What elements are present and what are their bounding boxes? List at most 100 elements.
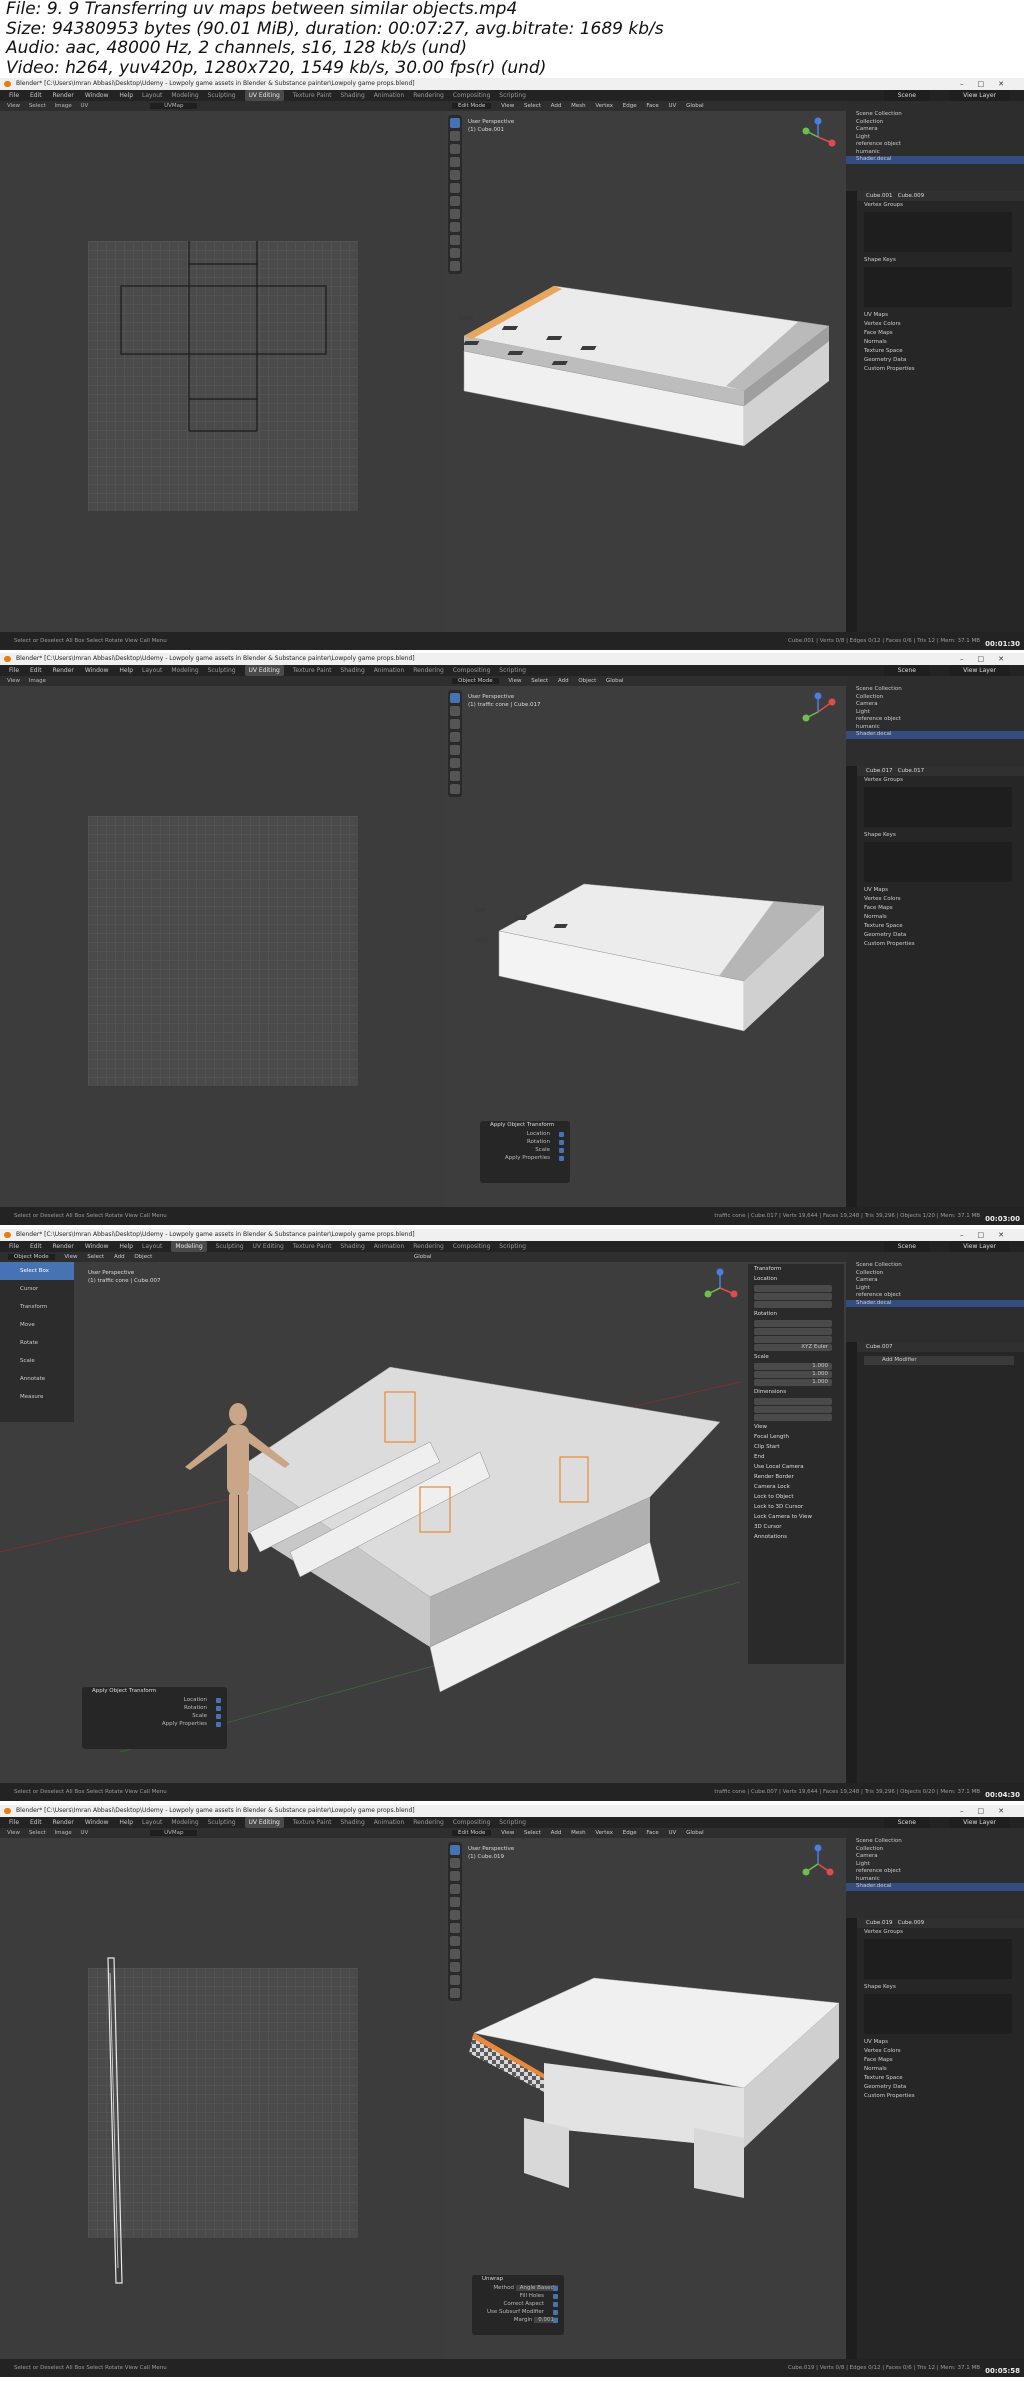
outliner[interactable]: Scene Collection Collection Camera Light… [846,1252,1024,1783]
outliner-row[interactable]: Scene Collection [846,111,1024,119]
use-local-camera-checkbox[interactable]: Use Local Camera [748,1462,844,1472]
section-face-maps[interactable]: Face Maps [846,329,1024,338]
tab-shading[interactable]: Shading [340,1817,364,1828]
menu-file[interactable]: File [9,1817,19,1828]
section-vertex-groups[interactable]: Vertex Groups [846,1928,1024,1937]
menu-window[interactable]: Window [85,90,109,101]
menu-help[interactable]: Help [119,1817,133,1828]
tab-uv-editing[interactable]: UV Editing [244,90,284,101]
view-layer-selector[interactable]: View Layer [949,1241,1010,1252]
vertex-group-list[interactable] [864,1939,1012,1979]
uv-menu-image[interactable]: Image [29,678,46,684]
properties-editor[interactable]: Cube.019 Cube.009 Vertex Groups Shape Ke… [846,1918,1024,2359]
tab-rendering[interactable]: Rendering [413,665,444,676]
outliner-row[interactable]: Camera [846,126,1024,134]
tab-animation[interactable]: Animation [374,1817,405,1828]
tab-rendering[interactable]: Rendering [413,90,444,101]
tab-shading[interactable]: Shading [340,90,364,101]
outliner-row[interactable]: Camera [846,1853,1024,1861]
use-subsurf-modifier-checkbox[interactable]: Use Subsurf Modifier [472,2308,564,2316]
section-face-maps[interactable]: Face Maps [846,904,1024,913]
tab-compositing[interactable]: Compositing [453,90,491,101]
3d-viewport[interactable]: Object Mode View Select Add Object Globa… [0,1252,846,1783]
dimension-z-field[interactable] [754,1414,832,1421]
properties-editor[interactable]: Cube.007 Add Modifier [846,1342,1024,1783]
scale-z-field[interactable]: 1.000 [754,1379,832,1386]
shape-key-list[interactable] [864,267,1012,307]
tab-scripting[interactable]: Scripting [499,1817,526,1828]
uv-island-wireframe[interactable] [0,101,444,632]
menu-window[interactable]: Window [85,665,109,676]
menu-edit[interactable]: Edit [30,90,42,101]
3d-viewport[interactable]: Object Mode View Select Add Object Globa… [444,676,846,1207]
camera-lock-header[interactable]: Camera Lock [748,1482,844,1492]
uv-editor[interactable]: View Image [0,676,444,1207]
dimension-y-field[interactable] [754,1406,832,1413]
tab-sculpting[interactable]: Sculpting [208,1817,236,1828]
outliner-row[interactable]: Light [846,1861,1024,1869]
section-geometry-data[interactable]: Geometry Data [846,356,1024,365]
properties-editor[interactable]: Cube.001 Cube.009 Vertex Groups Shape Ke… [846,191,1024,632]
apply-location-checkbox[interactable]: Location [82,1696,227,1704]
section-custom-properties[interactable]: Custom Properties [846,365,1024,374]
tab-animation[interactable]: Animation [374,665,405,676]
tab-sculpting[interactable]: Sculpting [208,665,236,676]
outliner-row[interactable]: Camera [846,1277,1024,1285]
npanel-view-header[interactable]: View [748,1422,844,1432]
tab-scripting[interactable]: Scripting [499,90,526,101]
lock-to-3d-cursor-checkbox[interactable]: Lock to 3D Cursor [748,1502,844,1512]
tab-rendering[interactable]: Rendering [413,1241,444,1252]
vertex-group-list[interactable] [864,787,1012,827]
tab-compositing[interactable]: Compositing [453,1817,491,1828]
apply-scale-checkbox[interactable]: Scale [480,1146,570,1154]
sidebar-n-panel[interactable]: Transform Location Rotation XYZ Euler Sc… [748,1264,844,1664]
scene-selector[interactable]: Scene [883,1817,930,1828]
section-uv-maps[interactable]: UV Maps [846,2038,1024,2047]
menu-window[interactable]: Window [85,1241,109,1252]
tab-shading[interactable]: Shading [340,665,364,676]
outliner-row[interactable]: Scene Collection [846,686,1024,694]
outliner-row[interactable]: Collection [846,694,1024,702]
outliner[interactable]: Scene Collection Collection Camera Light… [846,1828,1024,2359]
shape-key-list[interactable] [864,1994,1012,2034]
unwrap-method-value[interactable]: Angle Based [515,2285,558,2291]
section-custom-properties[interactable]: Custom Properties [846,2092,1024,2101]
section-face-maps[interactable]: Face Maps [846,2056,1024,2065]
outliner-row[interactable]: Collection [846,1270,1024,1278]
redo-panel-unwrap[interactable]: Unwrap Method Angle Based Fill Holes Cor… [472,2275,564,2335]
tab-sculpting[interactable]: Sculpting [216,1241,244,1252]
section-normals[interactable]: Normals [846,913,1024,922]
properties-tabs[interactable] [846,766,857,1207]
view-layer-selector[interactable]: View Layer [949,1817,1010,1828]
uv-editor[interactable]: View Select Image UV UVMap [0,1828,444,2359]
tab-texture-paint[interactable]: Texture Paint [293,90,332,101]
section-shape-keys[interactable]: Shape Keys [846,1983,1024,1992]
tab-modeling[interactable]: Modeling [171,90,198,101]
section-uv-maps[interactable]: UV Maps [846,311,1024,320]
menu-file[interactable]: File [9,90,19,101]
properties-editor[interactable]: Cube.017 Cube.017 Vertex Groups Shape Ke… [846,766,1024,1207]
window-controls[interactable]: –□✕ [960,653,1018,665]
outliner-row[interactable]: Camera [846,701,1024,709]
outliner-row[interactable]: Collection [846,1846,1024,1854]
render-border-checkbox[interactable]: Render Border [748,1472,844,1482]
section-normals[interactable]: Normals [846,2065,1024,2074]
apply-rotation-checkbox[interactable]: Rotation [82,1704,227,1712]
rotation-y-field[interactable] [754,1328,832,1335]
outliner-row[interactable]: Light [846,1285,1024,1293]
outliner-row[interactable]: Shader.decal [846,156,1024,164]
menu-edit[interactable]: Edit [30,1241,42,1252]
menu-render[interactable]: Render [53,1817,74,1828]
fill-holes-checkbox[interactable]: Fill Holes [472,2292,564,2300]
tab-layout[interactable]: Layout [142,90,162,101]
scene-selector[interactable]: Scene [883,90,930,101]
location-z-field[interactable] [754,1301,832,1308]
tab-compositing[interactable]: Compositing [453,1241,491,1252]
tab-rendering[interactable]: Rendering [413,1817,444,1828]
rotation-z-field[interactable] [754,1336,832,1343]
outliner-row[interactable]: humanic [846,149,1024,157]
menu-file[interactable]: File [9,1241,19,1252]
tab-modeling[interactable]: Modeling [171,665,198,676]
uv-grid[interactable] [88,816,358,1086]
margin-field[interactable]: Margin 0.001 [472,2316,564,2324]
